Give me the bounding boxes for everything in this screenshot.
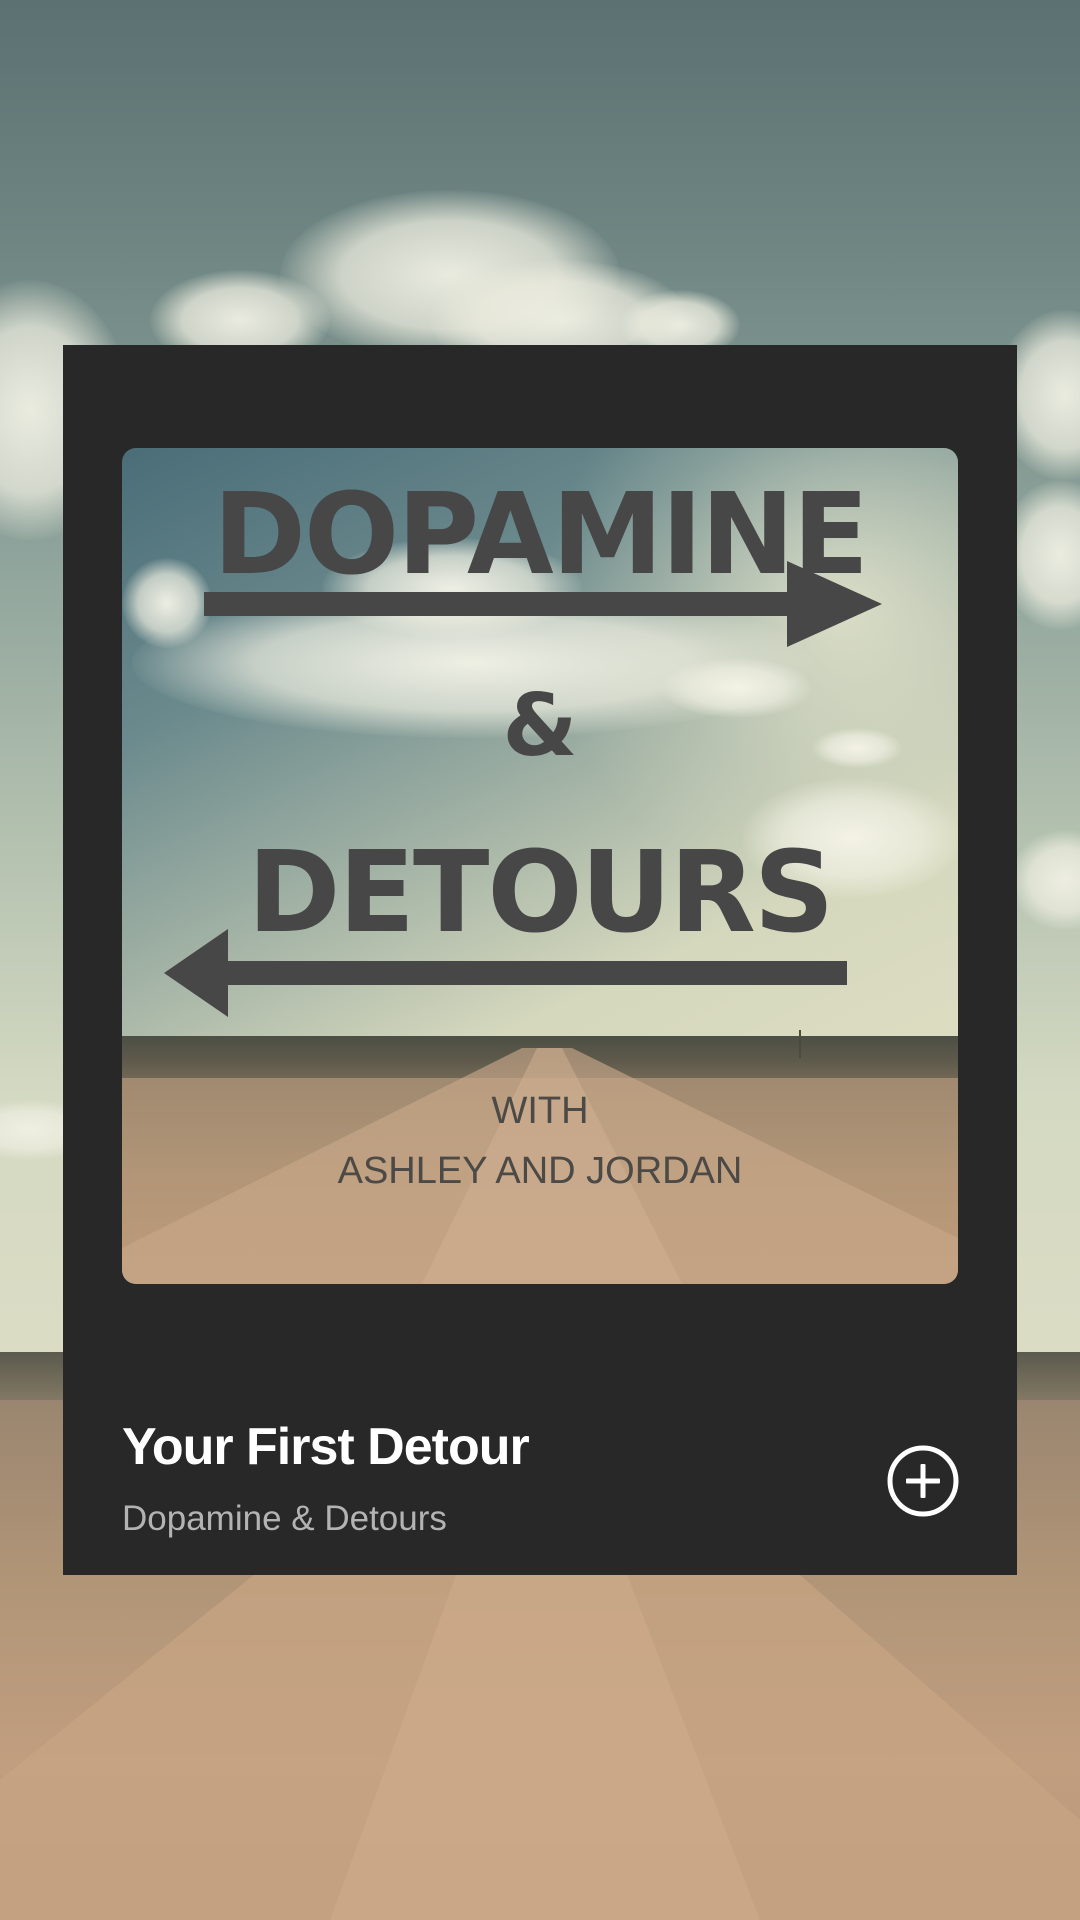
podcast-cover-art: DOPAMINE & DETOURS WITH ASHLEY AND JORDA… [122,448,958,1284]
episode-title: Your First Detour [122,1418,530,1476]
show-name[interactable]: Dopamine & Detours [122,1497,822,1541]
plus-circle-icon [887,1445,959,1517]
add-to-library-button[interactable] [885,1443,961,1519]
cover-title-line1: DOPAMINE [212,470,869,600]
episode-share-card: DOPAMINE & DETOURS WITH ASHLEY AND JORDA… [63,345,1017,1575]
cover-with-label: WITH [491,1090,589,1132]
share-story-screen: DOPAMINE & DETOURS WITH ASHLEY AND JORDA… [0,0,1080,1920]
cover-hosts: ASHLEY AND JORDAN [337,1150,743,1192]
cover-ampersand: & [502,676,578,776]
cover-title-line2: DETOURS [247,828,835,958]
